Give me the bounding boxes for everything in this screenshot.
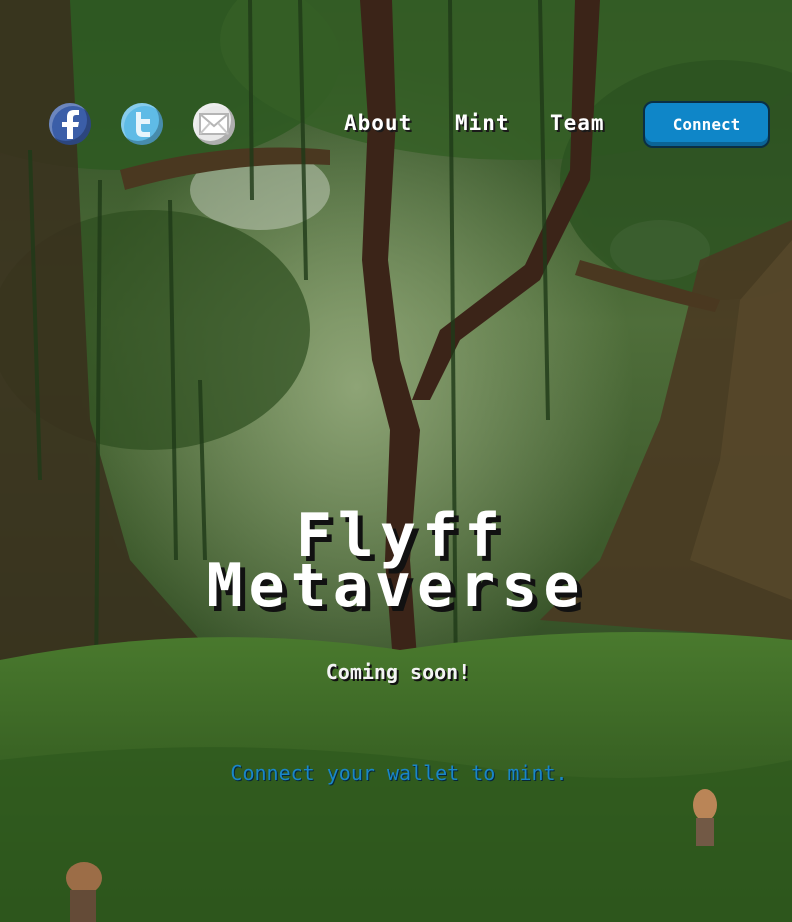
twitter-icon[interactable]: [121, 103, 163, 145]
coming-soon-text: Coming soon!: [325, 660, 471, 684]
nav-link-team[interactable]: Team: [550, 111, 605, 135]
connect-wallet-message: Connect your wallet to mint.: [230, 761, 568, 785]
nav-link-mint[interactable]: Mint: [455, 111, 510, 135]
facebook-icon[interactable]: [49, 103, 91, 145]
hero-title-line2: Metaverse: [206, 551, 586, 621]
connect-button[interactable]: Connect: [643, 101, 770, 148]
top-navigation: About Mint Team Connect: [0, 0, 792, 160]
mail-icon[interactable]: [193, 103, 235, 145]
nav-link-about[interactable]: About: [344, 111, 412, 135]
